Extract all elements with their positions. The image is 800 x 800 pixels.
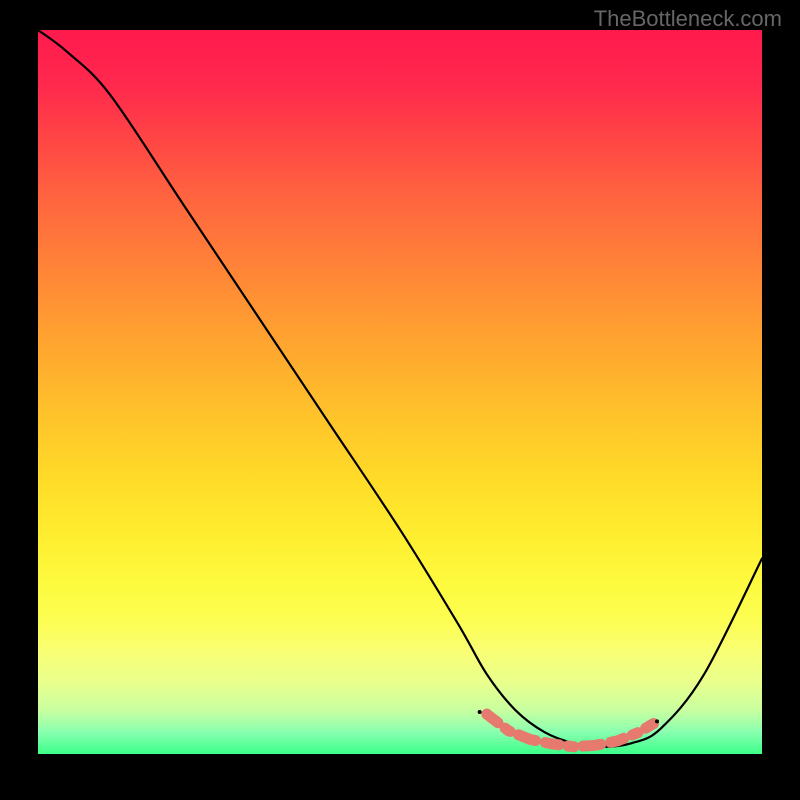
chart-svg [38,30,762,754]
plot-area [38,30,762,754]
trough-marker-line [487,714,654,747]
watermark-text: TheBottleneck.com [594,6,782,32]
bottleneck-curve-path [38,30,762,747]
curve-anchor-dot [655,719,659,723]
trough-markers-group [478,709,659,747]
curve-anchor-dot [478,710,482,714]
trough-marker-dot [481,709,492,720]
